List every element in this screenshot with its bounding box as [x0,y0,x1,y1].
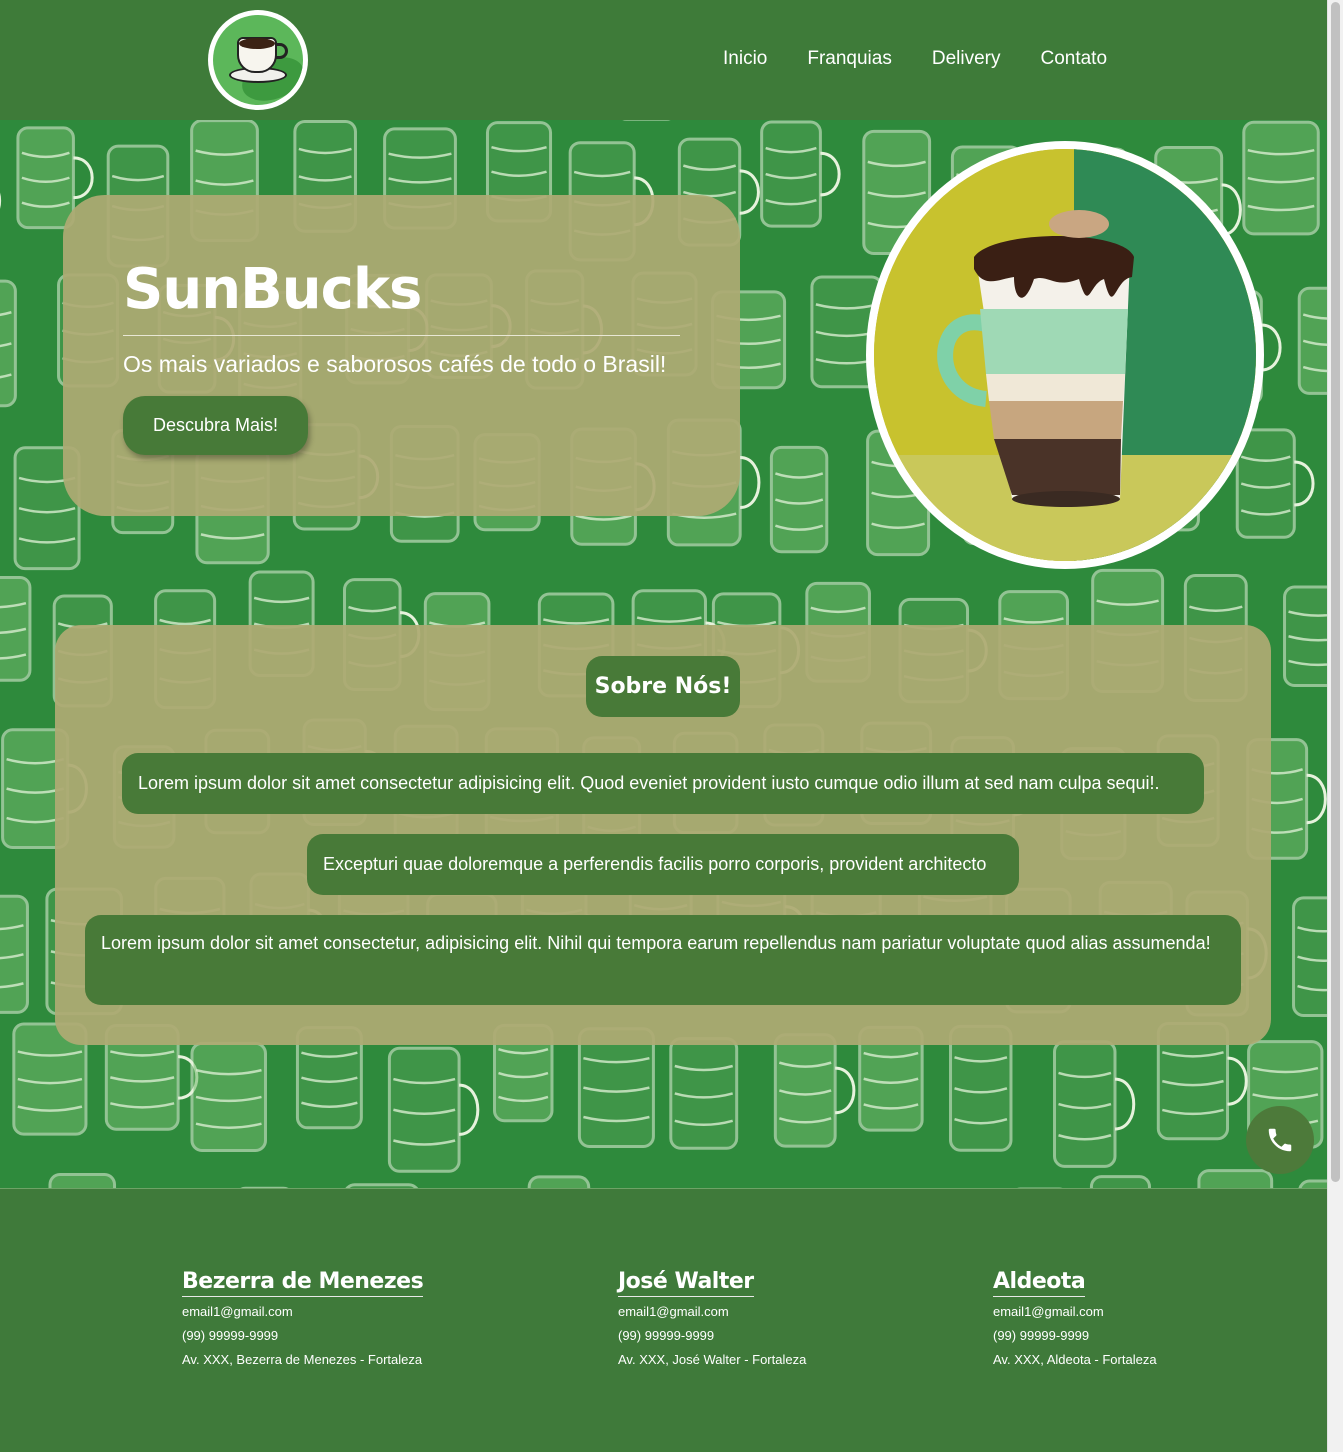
phone-icon [1268,1128,1292,1152]
location-email: email1@gmail.com [182,1304,293,1319]
hero-card: SunBucks Os mais variados e saborosos ca… [63,195,740,516]
location-jose-walter: José Walter email1@gmail.com (99) 99999-… [618,1269,806,1369]
about-section: Sobre Nós! Lorem ipsum dolor sit amet co… [55,625,1271,1045]
location-phone: (99) 99999-9999 [182,1328,279,1343]
location-phone: (99) 99999-9999 [618,1328,715,1343]
phone-call-button[interactable] [1246,1106,1314,1174]
scrollbar-thumb[interactable] [1331,2,1340,1182]
about-title: Sobre Nós! [586,656,740,717]
location-name: Aldeota [993,1269,1086,1297]
page: Inicio Franquias Delivery Contato SunBuc… [0,0,1327,1452]
location-email: email1@gmail.com [618,1304,729,1319]
location-name: José Walter [618,1269,754,1297]
location-email: email1@gmail.com [993,1304,1104,1319]
location-bezerra: Bezerra de Menezes email1@gmail.com (99)… [182,1269,424,1369]
footer: Bezerra de Menezes email1@gmail.com (99)… [0,1188,1327,1452]
discover-more-button[interactable]: Descubra Mais! [123,396,308,455]
about-paragraph-2: Excepturi quae doloremque a perferendis … [307,834,1019,895]
layered-coffee-mug-illustration [874,149,1256,561]
nav-inicio[interactable]: Inicio [723,48,767,70]
page-scrollbar[interactable] [1327,0,1343,1452]
location-name: Bezerra de Menezes [182,1269,424,1297]
main-nav: Inicio Franquias Delivery Contato [723,48,1107,70]
location-address: Av. XXX, Aldeota - Fortaleza [993,1352,1157,1367]
hero-title: SunBucks [123,257,422,322]
location-aldeota: Aldeota email1@gmail.com (99) 99999-9999… [993,1269,1157,1369]
location-address: Av. XXX, José Walter - Fortaleza [618,1352,807,1367]
nav-delivery[interactable]: Delivery [932,48,1001,70]
about-paragraph-3: Lorem ipsum dolor sit amet consectetur, … [85,915,1241,1005]
location-address: Av. XXX, Bezerra de Menezes - Fortaleza [182,1352,423,1367]
hero-coffee-image [866,141,1264,569]
coffee-cup-icon [213,15,303,105]
about-paragraph-1: Lorem ipsum dolor sit amet consectetur a… [122,753,1204,814]
hero-divider [123,335,680,336]
header: Inicio Franquias Delivery Contato [0,0,1327,120]
nav-contato[interactable]: Contato [1040,48,1107,70]
location-phone: (99) 99999-9999 [993,1328,1090,1343]
nav-franquias[interactable]: Franquias [807,48,892,70]
hero-subtitle: Os mais variados e saborosos cafés de to… [123,351,667,377]
logo[interactable] [208,10,308,110]
